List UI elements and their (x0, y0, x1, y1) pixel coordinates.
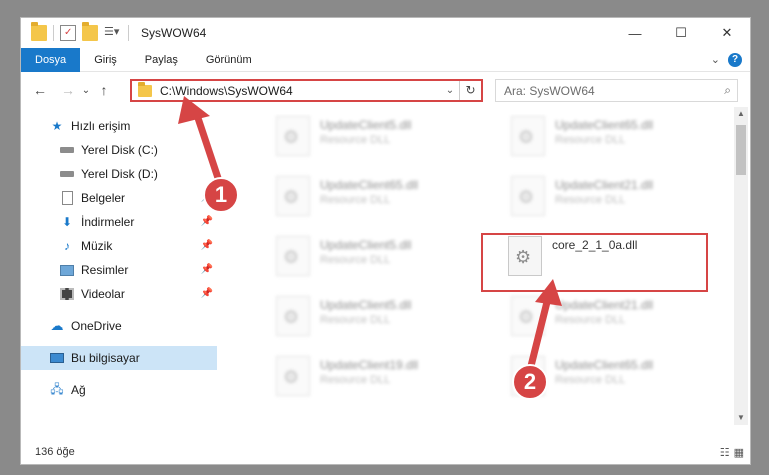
arrow-2-head (535, 279, 562, 306)
annotation-badge-1: 1 (203, 177, 239, 213)
arrow-2-shaft (526, 297, 552, 371)
annotation-badge-2: 2 (512, 364, 548, 400)
arrow-1-head (178, 96, 210, 124)
annotation-arrows (178, 96, 562, 371)
